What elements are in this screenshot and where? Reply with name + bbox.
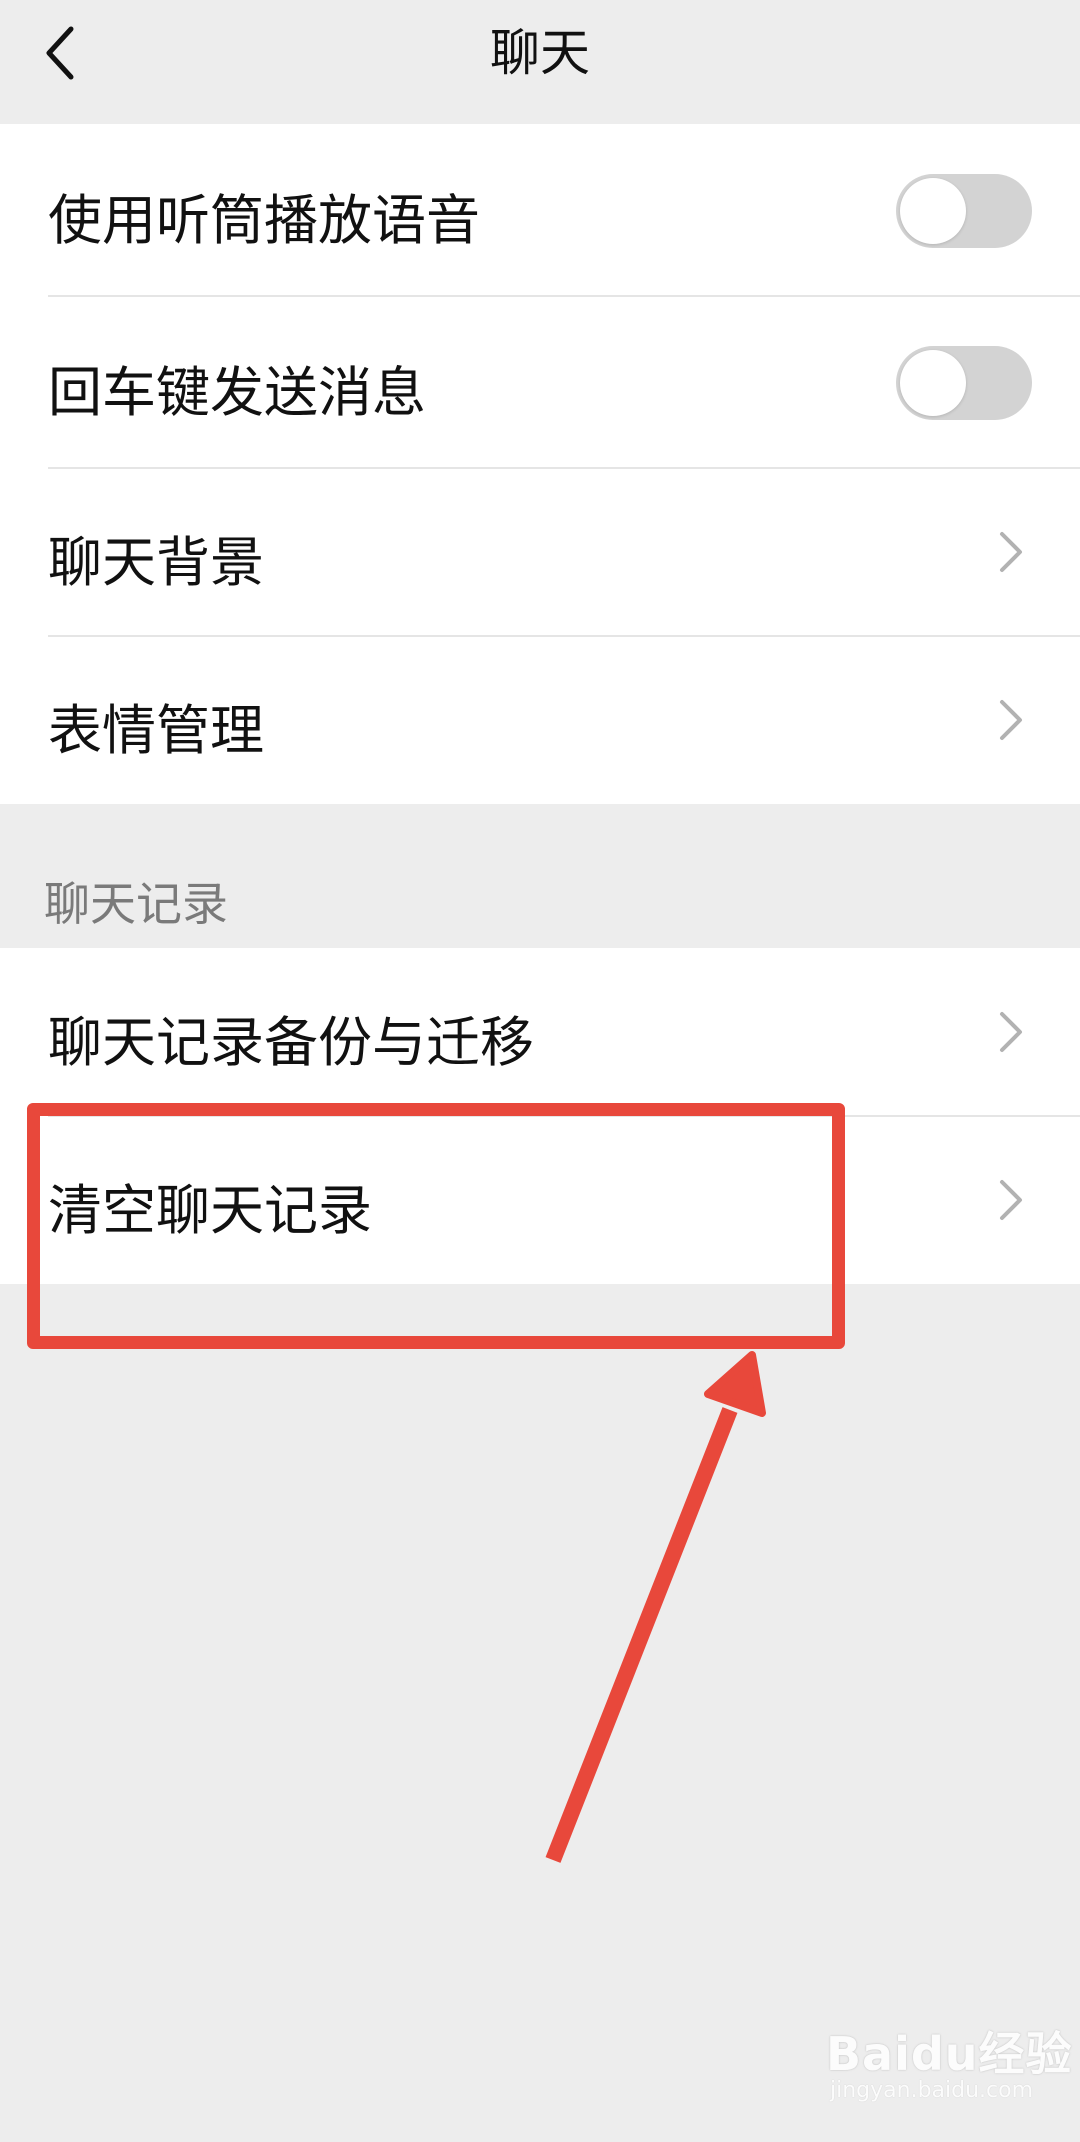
setting-label: 聊天背景 bbox=[48, 531, 264, 594]
setting-row-chat-background[interactable]: 聊天背景 bbox=[0, 468, 1080, 636]
setting-row-sticker-management[interactable]: 表情管理 bbox=[0, 636, 1080, 804]
setting-row-earpiece-voice[interactable]: 使用听筒播放语音 bbox=[0, 124, 1080, 296]
watermark-url: jingyan.baidu.com bbox=[830, 2078, 1034, 2103]
page-title: 聊天 bbox=[490, 24, 590, 82]
chevron-right-icon bbox=[1000, 532, 1022, 572]
setting-label: 使用听筒播放语音 bbox=[48, 189, 480, 252]
chevron-right-icon bbox=[1000, 700, 1022, 740]
settings-group-chat-history: 聊天记录备份与迁移 清空聊天记录 bbox=[0, 948, 1080, 1284]
settings-group-general: 使用听筒播放语音 回车键发送消息 聊天背景 表情管理 bbox=[0, 124, 1080, 804]
toggle-knob bbox=[900, 178, 966, 244]
earpiece-voice-toggle[interactable] bbox=[896, 174, 1032, 248]
setting-label: 回车键发送消息 bbox=[48, 361, 426, 424]
section-title-chat-history: 聊天记录 bbox=[44, 877, 228, 931]
setting-row-clear-chat-history[interactable]: 清空聊天记录 bbox=[0, 1116, 1080, 1284]
setting-label: 聊天记录备份与迁移 bbox=[48, 1011, 534, 1074]
toggle-knob bbox=[900, 350, 966, 416]
enter-to-send-toggle[interactable] bbox=[896, 346, 1032, 420]
setting-row-backup-migrate[interactable]: 聊天记录备份与迁移 bbox=[0, 948, 1080, 1116]
navigation-bar: 聊天 bbox=[0, 0, 1080, 124]
setting-label: 清空聊天记录 bbox=[48, 1179, 372, 1242]
watermark-brand: Baidu经验 bbox=[826, 2027, 1073, 2081]
setting-label: 表情管理 bbox=[48, 699, 264, 762]
baidu-jingyan-watermark: Baidu经验 jingyan.baidu.com bbox=[826, 2018, 1072, 2118]
chevron-right-icon bbox=[1000, 1012, 1022, 1052]
chevron-right-icon bbox=[1000, 1180, 1022, 1220]
setting-row-enter-to-send[interactable]: 回车键发送消息 bbox=[0, 296, 1080, 468]
